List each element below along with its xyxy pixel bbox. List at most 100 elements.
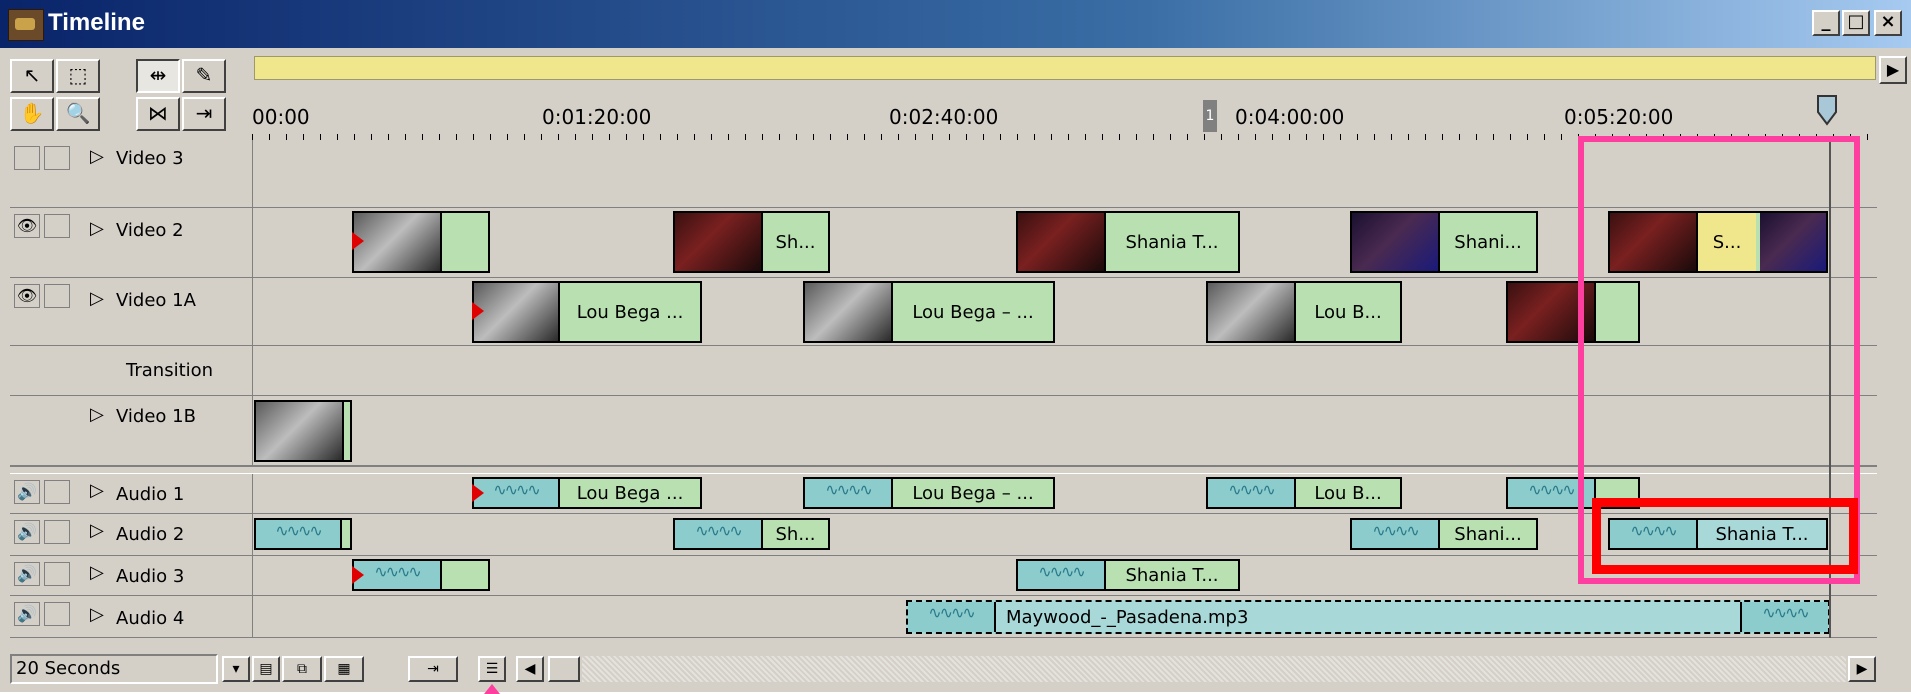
arrow-icon: ↖ xyxy=(23,63,41,87)
speaker-icon[interactable]: 🔊 xyxy=(14,520,40,544)
speaker-icon[interactable]: 🔊 xyxy=(14,562,40,586)
expand-triangle-icon[interactable]: ▷ xyxy=(90,562,104,583)
clip-thumbnail xyxy=(675,213,761,271)
clip-thumbnail xyxy=(1352,213,1438,271)
audio-clip[interactable]: ∿∿∿∿ Shania T... xyxy=(1016,559,1240,591)
video-clip[interactable]: Lou Bega ... xyxy=(472,281,702,343)
video-clip[interactable]: Shania T... xyxy=(1016,211,1240,273)
video-clip[interactable]: Lou B... xyxy=(1206,281,1402,343)
in-out-icon: ⇥ xyxy=(195,101,213,125)
marker-1[interactable]: 1 xyxy=(1203,100,1217,132)
video-clip[interactable]: Lou Bega – ... xyxy=(803,281,1055,343)
track-header-video2[interactable]: 👁 ▷ Video 2 xyxy=(10,208,252,278)
work-area-bar[interactable] xyxy=(254,56,1876,80)
audio-clip[interactable]: ∿∿∿∿ Lou Bega – ... xyxy=(803,477,1055,509)
speaker-icon[interactable]: 🔊 xyxy=(14,602,40,626)
lock-toggle[interactable] xyxy=(44,284,70,308)
close-button[interactable]: × xyxy=(1874,10,1902,36)
lock-toggle[interactable] xyxy=(44,480,70,504)
window-title: Timeline xyxy=(48,9,145,36)
lock-toggle[interactable] xyxy=(44,214,70,238)
audio-clip-mp3[interactable]: ∿∿∿∿ Maywood_-_Pasadena.mp3 ∿∿∿∿ xyxy=(906,600,1830,634)
zoom-dropdown-button[interactable]: ▾ xyxy=(222,656,250,682)
ruler-label: 0:04:00:00 xyxy=(1235,105,1345,129)
clip-label xyxy=(342,402,350,460)
clip-thumbnail xyxy=(1208,283,1294,341)
audio-clip[interactable]: ∿∿∿∿ Lou Bega ... xyxy=(472,477,702,509)
zoom-tool-button[interactable]: 🔍 xyxy=(56,97,100,131)
crossfade-tool-button[interactable]: ⋈ xyxy=(136,97,180,131)
clip-label: Shania T... xyxy=(1106,561,1238,589)
expand-triangle-icon[interactable]: ▷ xyxy=(90,404,104,425)
crossfade-icon: ⋈ xyxy=(148,101,168,125)
zoom-icon: 🔍 xyxy=(65,101,91,125)
expand-triangle-icon[interactable]: ▷ xyxy=(90,146,104,167)
time-ruler[interactable]: 00:00 0:01:20:00 0:02:40:00 1 0:04:00:00… xyxy=(252,52,1877,140)
timeline-window: Timeline _ □ × ↖ ⬚ ⇹ ✎ ✋ 🔍 ⋈ ⇥ 00:00 0:0… xyxy=(0,0,1911,694)
track-header-audio1[interactable]: 🔊 ▷ Audio 1 xyxy=(10,474,252,514)
range-select-tool-button[interactable]: ⬚ xyxy=(56,59,100,93)
filmstrip-icon[interactable]: ▦ xyxy=(324,656,364,682)
shift-tracks-icon[interactable]: ⇥ xyxy=(408,656,458,682)
track-header-audio4[interactable]: 🔊 ▷ Audio 4 xyxy=(10,596,252,638)
track-header-audio2[interactable]: 🔊 ▷ Audio 2 xyxy=(10,514,252,556)
toggle-sync-icon[interactable]: ☰ xyxy=(478,656,506,682)
waveform-icon: ∿∿∿∿ xyxy=(474,479,560,507)
scroll-right-button[interactable]: ▶ xyxy=(1848,656,1876,682)
clip-label: Lou Bega – ... xyxy=(891,283,1053,341)
selection-tool-button[interactable]: ↖ xyxy=(10,59,54,93)
expand-triangle-icon[interactable]: ▷ xyxy=(90,288,104,309)
scroll-thumb[interactable] xyxy=(548,656,580,682)
video-clip[interactable] xyxy=(254,400,352,462)
waveform-icon: ∿∿∿∿ xyxy=(1208,479,1296,507)
hand-tool-button[interactable]: ✋ xyxy=(10,97,54,131)
track-header-audio3[interactable]: 🔊 ▷ Audio 3 xyxy=(10,556,252,596)
ripple-edit-tool-button[interactable]: ⇹ xyxy=(136,59,180,93)
track-header-video3[interactable]: ▷ Video 3 xyxy=(10,140,252,208)
audio-clip[interactable]: ∿∿∿∿ Lou B... xyxy=(1206,477,1402,509)
title-bar[interactable]: Timeline _ □ × xyxy=(0,0,1911,48)
snap-toggle-icon[interactable]: ⧉ xyxy=(282,656,322,682)
expand-triangle-icon[interactable]: ▷ xyxy=(90,480,104,501)
scroll-left-button[interactable]: ◀ xyxy=(516,656,544,682)
scroll-right-top-button[interactable]: ▶ xyxy=(1879,56,1907,84)
vertical-scroll-area[interactable]: ▶ xyxy=(1879,52,1909,648)
eye-icon[interactable]: 👁 xyxy=(14,214,40,238)
audio-clip[interactable]: ∿∿∿∿ xyxy=(352,559,490,591)
horizontal-scroll-track[interactable] xyxy=(582,656,1846,682)
clip-label: Shani... xyxy=(1440,520,1536,548)
clip-label xyxy=(440,213,488,271)
expand-triangle-icon[interactable]: ▷ xyxy=(90,218,104,239)
speaker-icon[interactable]: 🔊 xyxy=(14,480,40,504)
track-header-video1b[interactable]: ▷ Video 1B xyxy=(10,396,252,466)
waveform-icon: ∿∿∿∿ xyxy=(1352,520,1440,548)
clip-thumbnail xyxy=(474,283,558,341)
expand-triangle-icon[interactable]: ▷ xyxy=(90,520,104,541)
in-out-tool-button[interactable]: ⇥ xyxy=(182,97,226,131)
range-select-icon: ⬚ xyxy=(68,63,88,87)
lock-toggle[interactable] xyxy=(44,520,70,544)
playhead-edit-line-icon[interactable] xyxy=(1816,94,1838,130)
razor-tool-button[interactable]: ✎ xyxy=(182,59,226,93)
track-format-icon[interactable]: ▤ xyxy=(252,656,280,682)
minimize-button[interactable]: _ xyxy=(1812,10,1840,36)
track-header-video1a[interactable]: 👁 ▷ Video 1A xyxy=(10,278,252,346)
video-clip[interactable]: Sh... xyxy=(673,211,830,273)
zoom-level-display[interactable]: 20 Seconds xyxy=(10,654,218,684)
audio-clip[interactable]: ∿∿∿∿ Sh... xyxy=(673,518,830,550)
ruler-label: 0:01:20:00 xyxy=(542,105,652,129)
expand-triangle-icon[interactable]: ▷ xyxy=(90,604,104,625)
audio-clip[interactable]: ∿∿∿∿ xyxy=(254,518,352,550)
lock-toggle[interactable] xyxy=(44,602,70,626)
video-clip[interactable] xyxy=(352,211,490,273)
audio-clip[interactable]: ∿∿∿∿ Shani... xyxy=(1350,518,1538,550)
waveform-icon: ∿∿∿∿ xyxy=(675,520,763,548)
maximize-button[interactable]: □ xyxy=(1842,10,1870,36)
video-clip[interactable]: Shani... xyxy=(1350,211,1538,273)
visibility-toggle[interactable] xyxy=(14,146,40,170)
ripple-edit-icon: ⇹ xyxy=(149,63,167,87)
track-name: Video 1A xyxy=(116,290,196,311)
lock-toggle[interactable] xyxy=(44,562,70,586)
eye-icon[interactable]: 👁 xyxy=(14,284,40,308)
lock-toggle[interactable] xyxy=(44,146,70,170)
